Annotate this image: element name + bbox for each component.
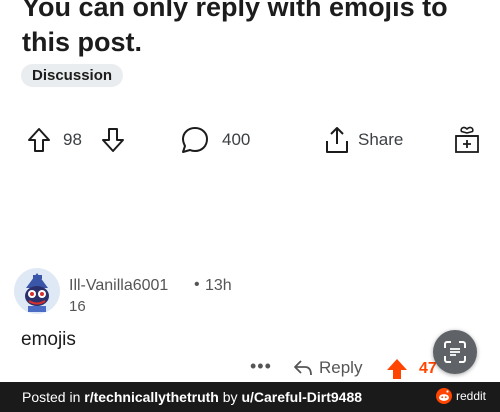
upvote-icon bbox=[28, 128, 50, 152]
reddit-logo: reddit bbox=[436, 388, 486, 404]
reply-label: Reply bbox=[319, 358, 363, 377]
vote-count: 98 bbox=[63, 130, 82, 149]
share-icon bbox=[326, 127, 348, 153]
share-label[interactable]: Share bbox=[358, 120, 403, 160]
subreddit-link[interactable]: r/technicallythetruth bbox=[84, 389, 219, 405]
award-icon bbox=[455, 126, 479, 153]
user-flair: 16 bbox=[69, 298, 86, 315]
reddit-logo-icon bbox=[436, 388, 452, 404]
upvote-button[interactable] bbox=[26, 120, 52, 160]
more-options-button[interactable]: ••• bbox=[250, 356, 272, 377]
downvote-icon bbox=[102, 128, 124, 152]
meta-separator: • bbox=[194, 276, 200, 293]
comment-actions: ••• Reply 47 bbox=[0, 356, 500, 384]
user-link[interactable]: u/Careful-Dirt9488 bbox=[241, 389, 362, 405]
attribution-bar: Posted in r/technicallythetruth by u/Car… bbox=[0, 382, 500, 412]
google-lens-button[interactable] bbox=[433, 330, 477, 374]
comment-time: 13h bbox=[205, 277, 232, 294]
post-flair[interactable]: Discussion bbox=[21, 64, 124, 87]
post-actions: 98 400 Share bbox=[0, 120, 500, 160]
post-title: You can only reply with emojis to this p… bbox=[22, 0, 448, 57]
avatar-image bbox=[14, 268, 60, 314]
avatar[interactable] bbox=[14, 268, 60, 314]
downvote-button[interactable] bbox=[100, 120, 126, 160]
comment-author[interactable]: Ill-Vanilla6001 bbox=[69, 277, 168, 295]
comment-body: emojis bbox=[21, 329, 76, 350]
reddit-wordmark: reddit bbox=[456, 389, 487, 403]
comments-button[interactable] bbox=[180, 120, 210, 160]
comment-count: 400 bbox=[222, 130, 251, 149]
attribution-text: Posted in r/technicallythetruth by u/Car… bbox=[22, 389, 362, 405]
reply-button[interactable]: Reply bbox=[293, 358, 362, 378]
upvote-icon bbox=[387, 359, 407, 379]
reply-icon bbox=[294, 360, 312, 376]
comment-icon bbox=[182, 127, 208, 153]
share-button[interactable] bbox=[324, 120, 350, 160]
attribution-by: by bbox=[218, 389, 242, 405]
google-lens-icon bbox=[444, 341, 466, 363]
attribution-prefix: Posted in bbox=[22, 389, 85, 405]
award-button[interactable] bbox=[452, 120, 482, 160]
comment-upvote-button[interactable] bbox=[386, 358, 408, 385]
comment-score: 47 bbox=[419, 360, 437, 377]
